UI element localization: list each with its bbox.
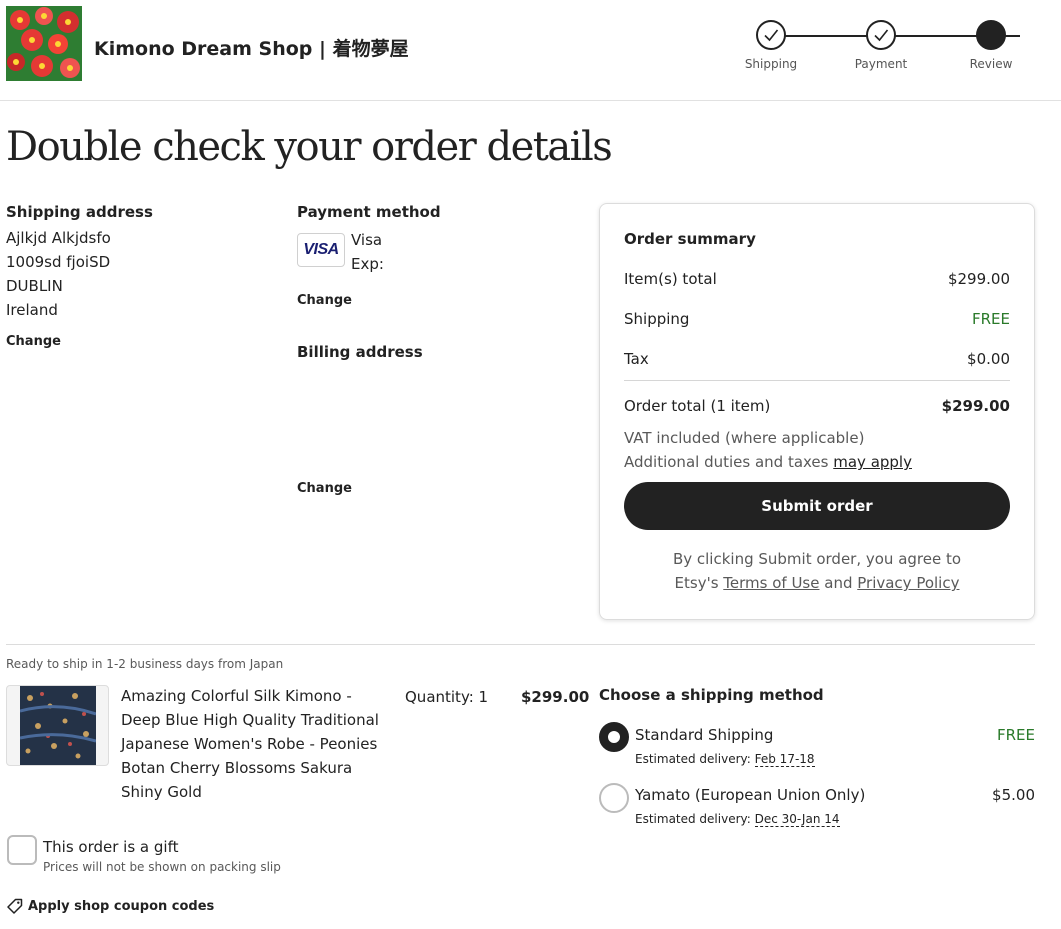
shipping-value: FREE bbox=[971, 310, 1010, 328]
order-summary-title: Order summary bbox=[624, 230, 756, 248]
summary-divider bbox=[624, 380, 1010, 381]
page-title: Double check your order details bbox=[6, 124, 613, 170]
step-shipping: Shipping bbox=[731, 20, 811, 71]
item-quantity: Quantity: 1 bbox=[405, 688, 489, 706]
step-label: Payment bbox=[854, 57, 908, 71]
ready-to-ship-note: Ready to ship in 1-2 business days from … bbox=[6, 657, 284, 671]
estimated-delivery: Estimated delivery: Feb 17-18 bbox=[635, 752, 815, 767]
order-total-value: $299.00 bbox=[941, 397, 1010, 415]
tax-value: $0.00 bbox=[967, 350, 1010, 368]
gift-checkbox[interactable] bbox=[7, 835, 37, 865]
shipping-option-price: FREE bbox=[996, 726, 1035, 744]
checkmark-icon bbox=[756, 20, 786, 50]
terms-of-use-link[interactable]: Terms of Use bbox=[723, 574, 819, 592]
items-total-value: $299.00 bbox=[947, 270, 1010, 288]
change-shipping-address-link[interactable]: Change bbox=[6, 334, 61, 349]
step-review: Review bbox=[951, 20, 1031, 71]
change-payment-link[interactable]: Change bbox=[297, 293, 352, 308]
payment-method-title: Payment method bbox=[297, 203, 441, 221]
shipping-address-section: Shipping address Ajlkjd Alkjdsfo 1009sd … bbox=[6, 203, 276, 349]
address-line: DUBLIN bbox=[6, 277, 63, 295]
checkout-header: Kimono Dream Shop | 着物夢屋 Shipping Paymen… bbox=[0, 0, 1061, 101]
shop-logo[interactable] bbox=[6, 6, 82, 81]
gift-label[interactable]: This order is a gift bbox=[43, 838, 178, 856]
visa-logo-text: VISA bbox=[303, 241, 339, 258]
shipping-option-price: $5.00 bbox=[992, 786, 1035, 804]
payment-section: Payment method VISA Visa Exp: Change Bil… bbox=[297, 203, 577, 496]
billing-address-title: Billing address bbox=[297, 343, 423, 361]
shipping-option-name[interactable]: Yamato (European Union Only) bbox=[635, 786, 865, 804]
tax-row: Tax $0.00 bbox=[624, 350, 1010, 368]
order-total-row: Order total (1 item) $299.00 bbox=[624, 397, 1010, 415]
step-label: Review bbox=[969, 57, 1013, 71]
step-label: Shipping bbox=[744, 57, 798, 71]
delivery-date[interactable]: Feb 17-18 bbox=[754, 752, 815, 767]
duties-note: Additional duties and taxes may apply bbox=[624, 453, 912, 471]
duties-text: Additional duties and taxes bbox=[624, 453, 834, 471]
estimated-delivery-label: Estimated delivery: bbox=[635, 812, 751, 826]
shipping-row: Shipping FREE bbox=[624, 310, 1010, 328]
tax-label: Tax bbox=[624, 350, 649, 368]
may-apply-link[interactable]: may apply bbox=[833, 453, 912, 471]
card-brand: Visa bbox=[351, 231, 383, 249]
item-price: $299.00 bbox=[521, 688, 590, 706]
shipping-method-title: Choose a shipping method bbox=[599, 686, 824, 704]
address-line: 1009sd fjoiSD bbox=[6, 253, 111, 271]
agree-text: By clicking Submit order, you agree to bbox=[672, 550, 962, 568]
shop-name[interactable]: Kimono Dream Shop | 着物夢屋 bbox=[94, 34, 409, 61]
vat-note: VAT included (where applicable) bbox=[624, 429, 865, 447]
apply-coupon-link[interactable]: Apply shop coupon codes bbox=[7, 898, 214, 914]
item-thumbnail[interactable] bbox=[6, 685, 109, 766]
section-divider bbox=[6, 644, 1035, 645]
tag-icon bbox=[7, 898, 23, 914]
shipping-label: Shipping bbox=[624, 310, 690, 328]
privacy-policy-link[interactable]: Privacy Policy bbox=[857, 574, 959, 592]
estimated-delivery-label: Estimated delivery: bbox=[635, 752, 751, 766]
submit-order-button[interactable]: Submit order bbox=[624, 482, 1010, 530]
visa-card-icon: VISA bbox=[297, 233, 345, 267]
card-expiry: Exp: bbox=[351, 255, 384, 273]
delivery-date[interactable]: Dec 30-Jan 14 bbox=[754, 812, 840, 827]
address-line: Ireland bbox=[6, 301, 58, 319]
gift-sublabel: Prices will not be shown on packing slip bbox=[43, 860, 281, 874]
standard-shipping-radio[interactable] bbox=[599, 722, 629, 752]
items-total-row: Item(s) total $299.00 bbox=[624, 270, 1010, 288]
current-step-dot bbox=[976, 20, 1006, 50]
order-total-label: Order total (1 item) bbox=[624, 397, 771, 415]
terms-agreement: By clicking Submit order, you agree to E… bbox=[624, 547, 1010, 595]
change-billing-address-link[interactable]: Change bbox=[297, 481, 352, 496]
agree-and-text: and bbox=[819, 574, 858, 592]
item-title[interactable]: Amazing Colorful Silk Kimono - Deep Blue… bbox=[121, 684, 391, 804]
order-summary-card: Order summary Item(s) total $299.00 Ship… bbox=[599, 203, 1035, 620]
shipping-option-name[interactable]: Standard Shipping bbox=[635, 726, 773, 744]
estimated-delivery: Estimated delivery: Dec 30-Jan 14 bbox=[635, 812, 840, 827]
checkmark-icon bbox=[866, 20, 896, 50]
coupon-label[interactable]: Apply shop coupon codes bbox=[28, 899, 214, 914]
shipping-address-title: Shipping address bbox=[6, 203, 153, 221]
yamato-shipping-radio[interactable] bbox=[599, 783, 629, 813]
step-payment: Payment bbox=[841, 20, 921, 71]
checkout-progress: Shipping Payment Review bbox=[740, 20, 1040, 80]
address-line: Ajlkjd Alkjdsfo bbox=[6, 229, 111, 247]
agree-etsy-text: Etsy's bbox=[674, 574, 724, 592]
items-total-label: Item(s) total bbox=[624, 270, 717, 288]
